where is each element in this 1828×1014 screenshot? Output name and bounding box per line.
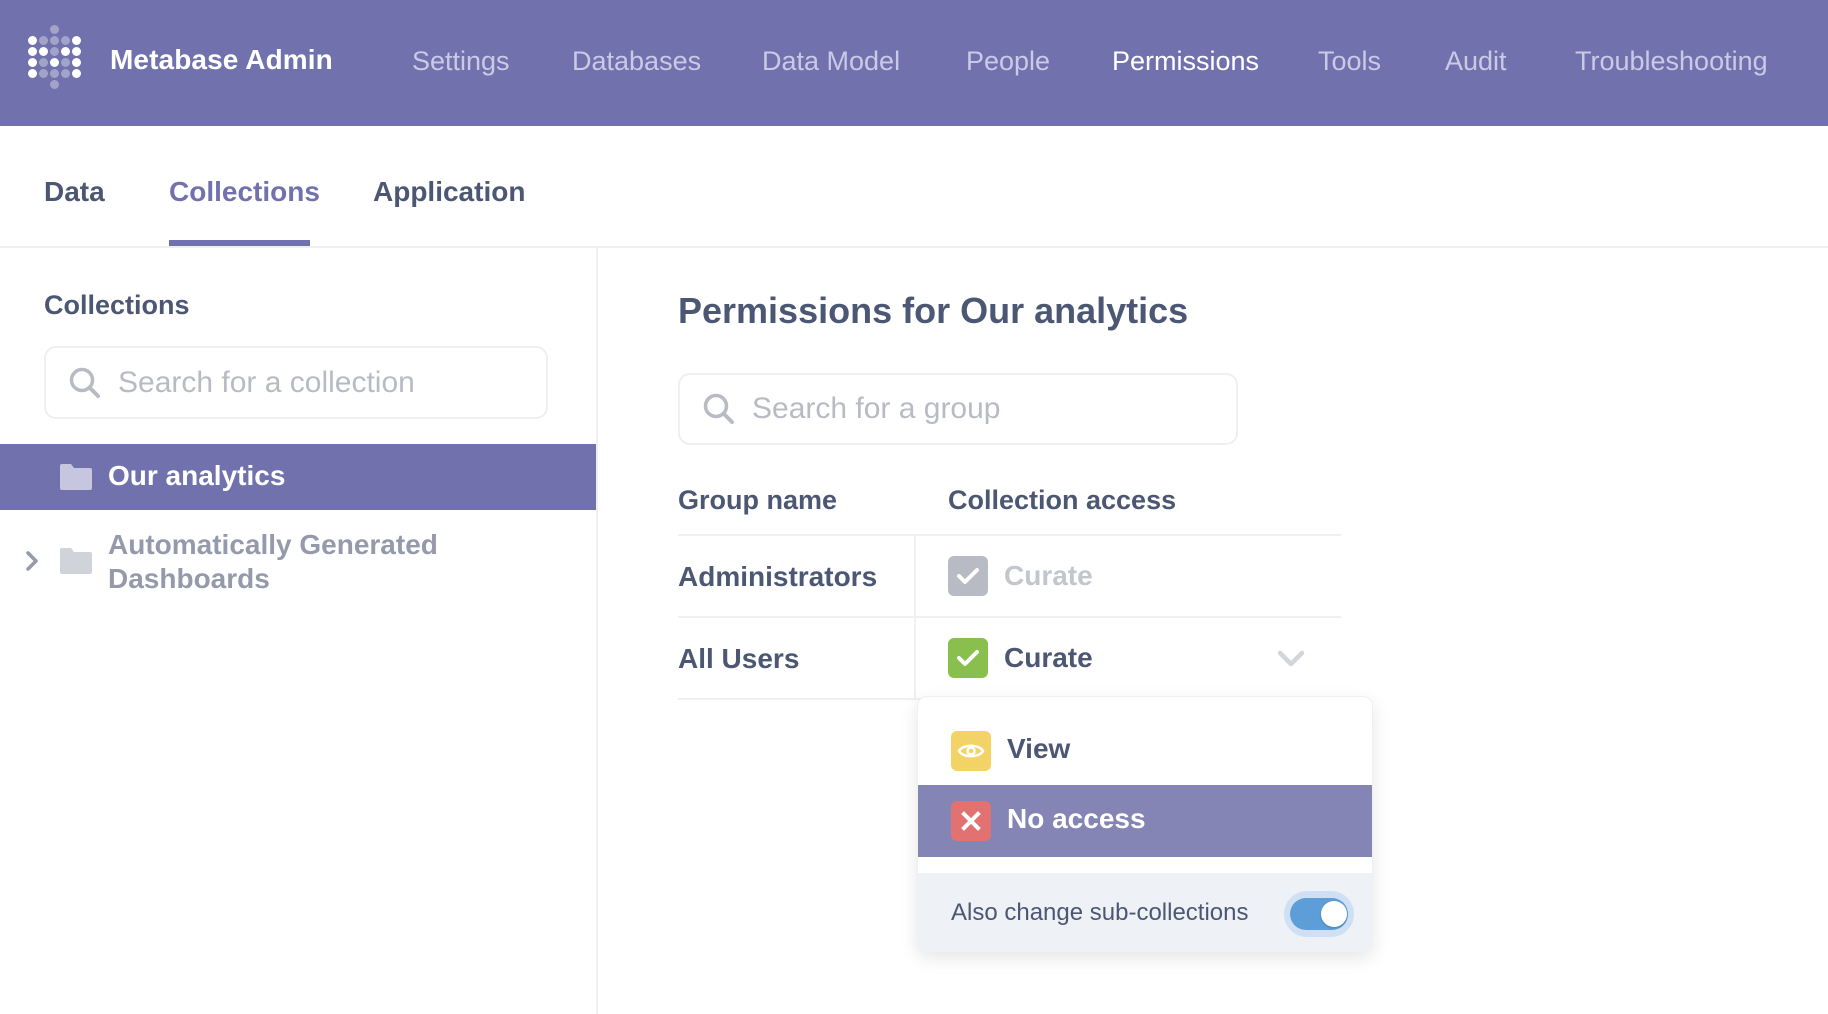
logo-dot — [28, 58, 37, 67]
logo-dot — [50, 69, 59, 78]
logo-dot — [39, 69, 48, 78]
logo-dot — [50, 80, 59, 89]
search-placeholder: Search for a collection — [118, 365, 415, 399]
access-label: Curate — [1004, 560, 1093, 591]
logo-dot — [39, 58, 48, 67]
tab-application[interactable]: Application — [373, 176, 525, 208]
logo-dot — [50, 36, 59, 45]
nav-databases[interactable]: Databases — [572, 46, 701, 77]
sub-collections-label: Also change sub-collections — [951, 899, 1249, 926]
group-name: All Users — [678, 643, 800, 674]
logo-dot — [39, 47, 48, 56]
tab-collections[interactable]: Collections — [169, 176, 320, 208]
sidebar-item-label: Our analytics — [108, 460, 286, 491]
access-cell: Curate — [948, 556, 1093, 596]
logo-dot — [28, 36, 37, 45]
column-header-group-name: Group name — [678, 485, 838, 515]
eye-icon — [951, 731, 991, 771]
logo-dot — [72, 69, 81, 78]
chevron-right-icon[interactable] — [24, 548, 40, 574]
logo-dot — [28, 47, 37, 56]
brand-title: Metabase Admin — [110, 44, 333, 75]
metabase-logo-icon[interactable] — [28, 25, 81, 91]
access-label: Curate — [1004, 642, 1093, 673]
column-header-collection-access: Collection access — [948, 485, 1177, 515]
logo-dot — [28, 69, 37, 78]
check-icon — [948, 556, 988, 596]
search-placeholder: Search for a group — [752, 392, 1001, 425]
nav-permissions[interactable]: Permissions — [1112, 46, 1259, 77]
page-title: Permissions for Our analytics — [678, 290, 1189, 331]
nav-data-model[interactable]: Data Model — [762, 46, 900, 77]
nav-audit[interactable]: Audit — [1445, 46, 1507, 77]
column-divider — [914, 536, 916, 698]
dropdown-footer: Also change sub-collections — [918, 873, 1372, 951]
folder-icon — [60, 464, 92, 490]
option-label: View — [1007, 733, 1071, 764]
group-name: Administrators — [678, 561, 878, 592]
search-icon — [69, 367, 100, 398]
logo-dot — [50, 47, 59, 56]
nav-people[interactable]: People — [966, 46, 1050, 77]
option-no-access[interactable]: No access — [918, 785, 1372, 857]
tabs-divider — [0, 246, 1828, 248]
logo-dot — [61, 58, 70, 67]
logo-dot — [72, 58, 81, 67]
logo-dot — [39, 36, 48, 45]
logo-dot — [50, 25, 59, 34]
collection-search-input[interactable]: Search for a collection — [44, 346, 548, 419]
logo-dot — [50, 58, 59, 67]
tab-data[interactable]: Data — [44, 176, 105, 208]
logo-dot — [72, 36, 81, 45]
folder-icon — [60, 548, 92, 574]
sidebar-title: Collections — [44, 290, 190, 320]
logo-dot — [61, 36, 70, 45]
table-divider — [678, 534, 1341, 536]
sub-collections-toggle[interactable] — [1284, 891, 1354, 937]
group-search-input[interactable]: Search for a group — [678, 373, 1238, 445]
admin-header: Metabase Admin Settings Databases Data M… — [0, 0, 1828, 126]
sidebar-item-label: Automatically Generated Dashboards — [108, 529, 438, 594]
toggle-knob — [1321, 901, 1347, 927]
option-view[interactable]: View — [918, 713, 1372, 785]
search-icon — [703, 393, 734, 424]
sidebar-item-our-analytics[interactable]: Our analytics — [0, 444, 596, 510]
access-select[interactable]: Curate — [948, 638, 1093, 678]
nav-troubleshooting[interactable]: Troubleshooting — [1575, 46, 1768, 77]
sidebar-divider — [596, 248, 598, 1014]
nav-settings[interactable]: Settings — [412, 46, 510, 77]
option-label: No access — [1007, 803, 1146, 834]
close-icon — [951, 801, 991, 841]
access-dropdown: View No access Also change sub-collectio… — [917, 696, 1373, 952]
logo-dot — [72, 47, 81, 56]
chevron-down-icon[interactable] — [1276, 648, 1306, 670]
nav-tools[interactable]: Tools — [1318, 46, 1381, 77]
toggle-track — [1290, 898, 1348, 930]
check-icon — [948, 638, 988, 678]
sidebar-item-automatically-generated-dashboards[interactable]: Automatically Generated Dashboards — [0, 526, 596, 600]
logo-dot — [61, 47, 70, 56]
logo-dot — [61, 69, 70, 78]
table-divider — [678, 616, 1341, 618]
